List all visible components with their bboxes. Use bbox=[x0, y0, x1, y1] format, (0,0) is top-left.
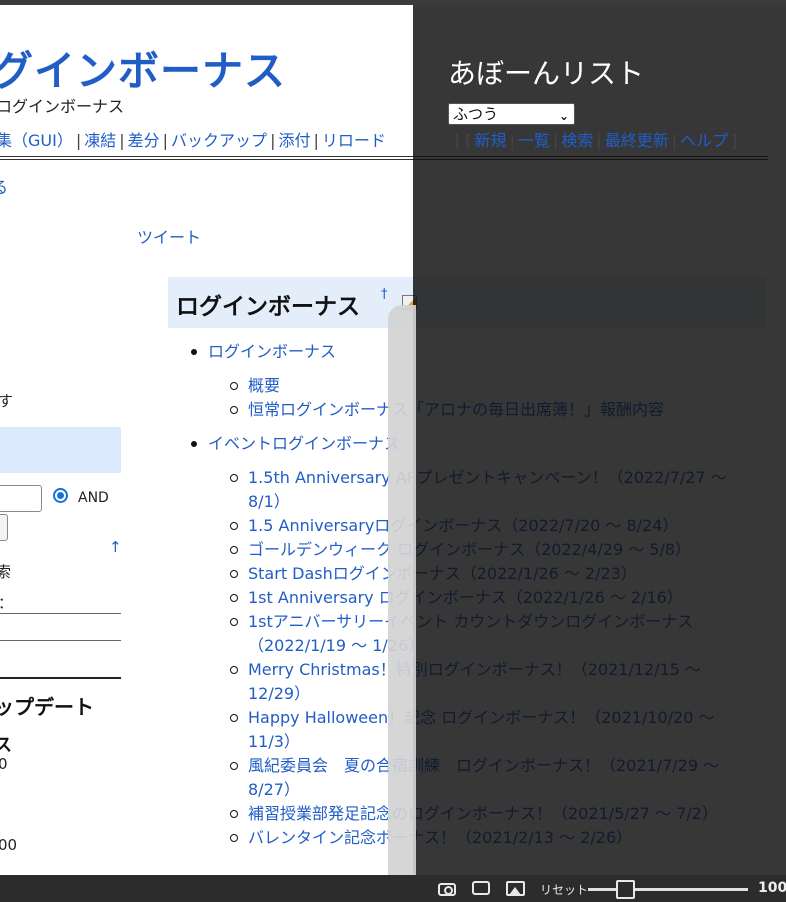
zoom-value: 100 bbox=[758, 880, 786, 896]
menu-separator: | bbox=[75, 131, 82, 150]
menu-separator: | bbox=[162, 131, 169, 150]
overlay-menu: ][新規 | 一覧 | 検索 | 最終更新 | ヘルプ] bbox=[450, 127, 740, 151]
menu-list[interactable]: 一覧 bbox=[518, 131, 550, 150]
back-link[interactable]: る bbox=[0, 174, 8, 198]
scroll-top-arrow[interactable]: ↑ bbox=[109, 538, 122, 556]
top-strip bbox=[0, 0, 786, 7]
menu-separator: | bbox=[552, 131, 559, 150]
and-radio-label: AND bbox=[78, 490, 109, 506]
image-icon[interactable] bbox=[506, 881, 525, 896]
sidebar-text-fragment: ： bbox=[0, 592, 13, 613]
search-button[interactable] bbox=[0, 514, 8, 541]
zoom-slider-thumb[interactable] bbox=[616, 880, 635, 899]
menu-separator: | bbox=[596, 131, 602, 150]
menu-backup[interactable]: バックアップ bbox=[171, 131, 267, 150]
menu-attach[interactable]: 添付 bbox=[278, 131, 310, 150]
sidebar-divider bbox=[0, 640, 121, 641]
sidebar-text-fragment: 0 bbox=[0, 755, 8, 773]
menu-separator: | bbox=[671, 131, 678, 150]
menu-new[interactable]: 新規 bbox=[475, 131, 507, 150]
menu-separator: | bbox=[119, 131, 125, 150]
tweet-link[interactable]: ツイート bbox=[137, 224, 201, 248]
overlay-scrollbar[interactable] bbox=[388, 305, 416, 875]
sidebar-text-fragment: 00 bbox=[0, 836, 18, 854]
sidebar-text-fragment: す bbox=[0, 392, 14, 410]
bottom-toolbar: リセット 100 bbox=[0, 875, 786, 902]
menu-separator: | bbox=[509, 131, 515, 150]
menu-bracket: ] bbox=[453, 131, 460, 150]
window-icon[interactable] bbox=[472, 881, 490, 895]
level-select[interactable]: ふつう ⌄ bbox=[448, 103, 575, 125]
sidebar-divider bbox=[0, 613, 121, 614]
sidebar-text-fragment: 索 bbox=[0, 563, 12, 581]
menu-separator: | bbox=[270, 131, 276, 150]
reset-button[interactable]: リセット bbox=[540, 881, 588, 898]
menu-search[interactable]: 検索 bbox=[561, 131, 593, 150]
page-title: グインボーナス bbox=[0, 47, 286, 95]
sidebar-update-heading: ップデート bbox=[0, 695, 94, 719]
sidebar-text-fragment: ス bbox=[0, 735, 12, 756]
menu-edit-gui[interactable]: 集（GUI） bbox=[0, 131, 73, 150]
section-heading: ログインボーナス bbox=[176, 294, 360, 320]
sidebar-heading-box bbox=[0, 427, 121, 473]
menu-freeze[interactable]: 凍結 bbox=[84, 131, 116, 150]
camera-icon[interactable] bbox=[438, 883, 456, 896]
heading-anchor[interactable]: † bbox=[381, 287, 388, 302]
wiki-menu: 集（GUI） | 凍結 | 差分 | バックアップ | 添付 | リロード bbox=[0, 127, 386, 151]
page-subtitle: ログインボーナス bbox=[0, 97, 125, 116]
menu-separator: | bbox=[313, 131, 319, 150]
menu-recent[interactable]: 最終更新 bbox=[605, 131, 669, 150]
zoom-slider-track[interactable] bbox=[588, 888, 748, 891]
toc-link[interactable]: 概要 bbox=[248, 376, 280, 395]
toc-link-login-bonus[interactable]: ログインボーナス bbox=[208, 342, 336, 361]
browser-viewport[interactable]: グインボーナス ログインボーナス 集（GUI） | 凍結 | 差分 | バックアップ | 添付 |… bbox=[0, 7, 786, 875]
menu-bracket: [ bbox=[465, 131, 472, 150]
menu-bracket: ] bbox=[731, 131, 738, 150]
menu-help[interactable]: ヘルプ bbox=[680, 131, 728, 150]
menu-reload[interactable]: リロード bbox=[322, 131, 386, 150]
search-input[interactable] bbox=[0, 485, 42, 512]
overlay-title: あぼーんリスト bbox=[448, 57, 645, 90]
sidebar-divider bbox=[0, 677, 121, 679]
level-select-value: ふつう bbox=[453, 105, 499, 123]
menu-diff[interactable]: 差分 bbox=[128, 131, 160, 150]
toc-link-event-login-bonus[interactable]: イベントログインボーナス bbox=[208, 434, 400, 453]
and-radio[interactable] bbox=[53, 488, 68, 503]
chevron-down-icon: ⌄ bbox=[558, 109, 569, 123]
